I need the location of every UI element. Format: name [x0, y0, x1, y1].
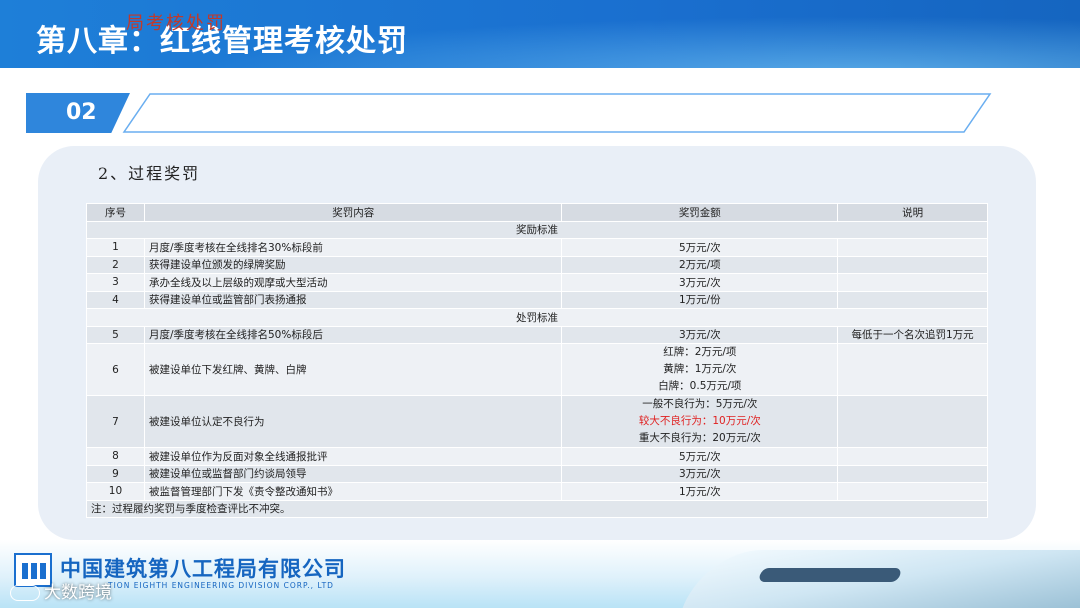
section-number: 02: [66, 100, 97, 125]
row-content: 被建设单位作为反面对象全线通报批评: [143, 447, 563, 466]
row-note: [837, 395, 988, 448]
table-row: 2 获得建设单位颁发的绿牌奖励 2万元/项: [86, 255, 988, 274]
row-no: 3: [86, 273, 145, 292]
row-note: 每低于一个名次追罚1万元: [837, 325, 988, 344]
row-amount: 2万元/项: [561, 255, 839, 274]
table-row: 1 月度/季度考核在全线排名30%标段前 5万元/次: [86, 238, 988, 257]
header-amount: 奖罚金额: [561, 203, 839, 222]
row-amount: 3万元/次: [561, 325, 839, 344]
row-content: 被建设单位认定不良行为: [143, 395, 563, 448]
subtitle: 2、过程奖罚: [98, 164, 201, 183]
header-content: 奖罚内容: [143, 203, 563, 222]
row-content: 获得建设单位或监管部门表扬通报: [143, 290, 563, 309]
row-note: [837, 447, 988, 466]
row-note: [837, 273, 988, 292]
company-name-en: TION EIGHTH ENGINEERING DIVISION CORP., …: [108, 581, 334, 590]
row-no: 1: [86, 238, 145, 257]
footnote-row: 注：过程履约奖罚与季度检查评比不冲突。: [86, 499, 988, 518]
row-no: 9: [86, 464, 145, 483]
row-no: 8: [86, 447, 145, 466]
row-amount: 一般不良行为：5万元/次 较大不良行为：10万元/次 重大不良行为：20万元/次: [561, 395, 839, 448]
row-no: 6: [86, 343, 145, 396]
header-note: 说明: [837, 203, 988, 222]
row-content: 承办全线及以上层级的观摩或大型活动: [143, 273, 563, 292]
group-row-reward: 奖励标准: [86, 220, 988, 239]
row-amount: 3万元/次: [561, 273, 839, 292]
header-no: 序号: [86, 203, 145, 222]
table-row: 8 被建设单位作为反面对象全线通报批评 5万元/次: [86, 447, 988, 466]
penalty-group-label: 处罚标准: [86, 308, 988, 327]
train-window: [757, 568, 903, 582]
table-row: 5 月度/季度考核在全线排名50%标段后 3万元/次 每低于一个名次追罚1万元: [86, 325, 988, 344]
row-note: [837, 255, 988, 274]
row-note: [837, 482, 988, 501]
row-no: 5: [86, 325, 145, 344]
row-note: [837, 343, 988, 396]
watermark: 大数跨境: [10, 578, 112, 603]
row-content: 被监督管理部门下发《责令整改通知书》: [143, 482, 563, 501]
reward-group-label: 奖励标准: [86, 220, 988, 239]
table-row: 4 获得建设单位或监管部门表扬通报 1万元/份: [86, 290, 988, 309]
table-footnote: 注：过程履约奖罚与季度检查评比不冲突。: [86, 499, 988, 518]
row-no: 7: [86, 395, 145, 448]
row-content: 月度/季度考核在全线排名30%标段前: [143, 238, 563, 257]
row-content: 被建设单位下发红牌、黄牌、白牌: [143, 343, 563, 396]
amount-line: 一般不良行为：5万元/次: [642, 398, 758, 410]
amount-line: 红牌：2万元/项: [663, 346, 737, 358]
table-row: 7 被建设单位认定不良行为 一般不良行为：5万元/次 较大不良行为：10万元/次…: [86, 395, 988, 448]
row-content: 获得建设单位颁发的绿牌奖励: [143, 255, 563, 274]
row-no: 10: [86, 482, 145, 501]
table-row: 10 被监督管理部门下发《责令整改通知书》 1万元/次: [86, 482, 988, 501]
row-note: [837, 238, 988, 257]
row-amount: 3万元/次: [561, 464, 839, 483]
section-bar: 02: [26, 93, 992, 133]
group-row-penalty: 处罚标准: [86, 308, 988, 327]
row-amount: 5万元/次: [561, 238, 839, 257]
table-row: 9 被建设单位或监督部门约谈局领导 3万元/次: [86, 464, 988, 483]
reward-penalty-table: 序号 奖罚内容 奖罚金额 说明 奖励标准 1 月度/季度考核在全线排名30%标段…: [86, 203, 988, 518]
amount-line: 白牌：0.5万元/项: [658, 380, 742, 392]
row-amount: 5万元/次: [561, 447, 839, 466]
watermark-icon: [10, 585, 40, 601]
row-no: 2: [86, 255, 145, 274]
row-amount: 1万元/次: [561, 482, 839, 501]
row-note: [837, 464, 988, 483]
watermark-text: 大数跨境: [44, 583, 112, 603]
table-row: 3 承办全线及以上层级的观摩或大型活动 3万元/次: [86, 273, 988, 292]
section-label: 局考核处罚: [126, 13, 226, 34]
amount-line: 重大不良行为：20万元/次: [638, 432, 761, 444]
row-content: 被建设单位或监督部门约谈局领导: [143, 464, 563, 483]
row-amount: 红牌：2万元/项 黄牌：1万元/次 白牌：0.5万元/项: [561, 343, 839, 396]
row-note: [837, 290, 988, 309]
row-amount: 1万元/份: [561, 290, 839, 309]
amount-line: 黄牌：1万元/次: [663, 363, 737, 375]
table-header-row: 序号 奖罚内容 奖罚金额 说明: [86, 203, 988, 222]
row-no: 4: [86, 290, 145, 309]
table-row: 6 被建设单位下发红牌、黄牌、白牌 红牌：2万元/项 黄牌：1万元/次 白牌：0…: [86, 343, 988, 396]
amount-line-highlight: 较大不良行为：10万元/次: [638, 415, 761, 427]
section-label-frame: [122, 93, 992, 133]
row-content: 月度/季度考核在全线排名50%标段后: [143, 325, 563, 344]
